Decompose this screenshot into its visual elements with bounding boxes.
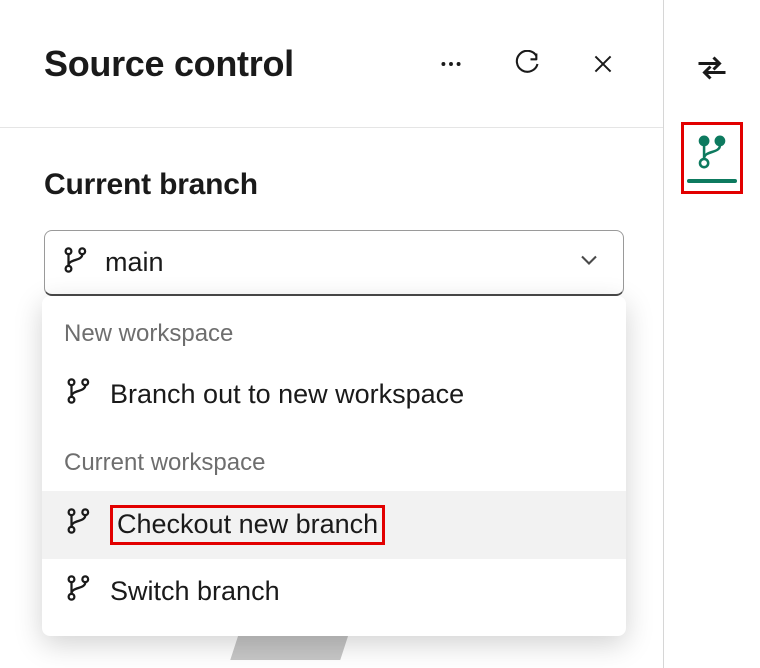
branch-dropdown-value: main [105, 247, 561, 278]
more-icon [438, 51, 464, 77]
more-button[interactable] [435, 48, 467, 80]
rail-active-indicator [687, 179, 737, 183]
source-control-panel: Source control Current branch main [0, 0, 664, 668]
menu-item-switch-branch[interactable]: Switch branch [42, 559, 626, 624]
menu-item-label: Switch branch [110, 576, 280, 607]
refresh-icon [513, 50, 541, 78]
menu-group-new-workspace: New workspace [42, 310, 626, 362]
branch-icon [64, 573, 94, 610]
menu-item-branch-out[interactable]: Branch out to new workspace [42, 362, 626, 427]
branch-dropdown-menu: New workspace Branch out to new workspac… [42, 296, 626, 636]
header-actions [435, 48, 619, 80]
refresh-button[interactable] [511, 48, 543, 80]
menu-item-checkout-new-branch[interactable]: Checkout new branch [42, 491, 626, 559]
branch-dropdown-wrap: main New workspace Branch out to new wor… [44, 230, 619, 296]
branch-dropdown[interactable]: main [44, 230, 624, 296]
rail-sync-button[interactable] [686, 42, 738, 94]
source-control-icon [693, 133, 731, 171]
right-rail [664, 0, 760, 668]
close-button[interactable] [587, 48, 619, 80]
panel-header: Source control [0, 0, 663, 128]
menu-item-label: Branch out to new workspace [110, 379, 464, 410]
menu-item-label: Checkout new branch [110, 505, 385, 545]
panel-content: Current branch main New workspace Branch… [0, 128, 663, 296]
chevron-down-icon [575, 246, 603, 279]
menu-group-current-workspace: Current workspace [42, 427, 626, 491]
panel-title: Source control [44, 43, 435, 85]
branch-icon [64, 506, 94, 543]
close-icon [590, 51, 616, 77]
sync-icon [694, 50, 730, 86]
branch-icon [61, 245, 91, 280]
branch-icon [64, 376, 94, 413]
current-branch-label: Current branch [44, 168, 619, 202]
rail-source-control-button[interactable] [681, 122, 743, 194]
